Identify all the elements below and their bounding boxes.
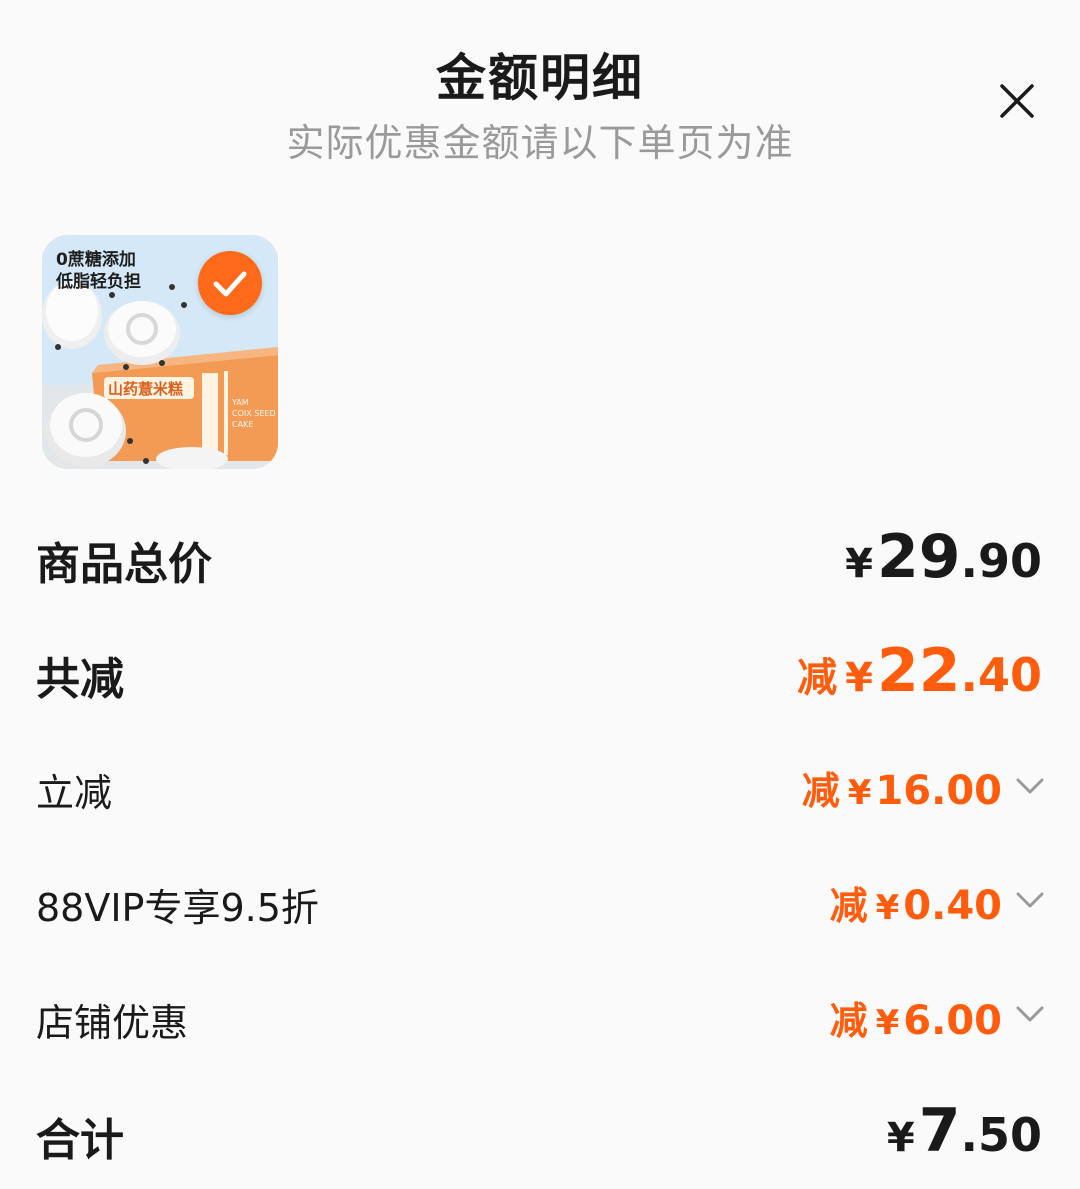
chevron-down-icon[interactable] (1014, 1004, 1046, 1024)
selected-check-badge (198, 251, 262, 315)
tagline-line-2: 低脂轻负担 (56, 272, 141, 292)
discount-amount-store[interactable]: 减 ¥6.00 (830, 990, 1002, 1045)
total-label: 合计 (36, 1115, 124, 1166)
tagline-line-1: 0蔗糖添加 (56, 250, 136, 270)
product-thumbnail[interactable]: 山药薏米糕 YAM COIX SEED CAKE 0蔗糖添加 低脂轻负担 (42, 235, 278, 469)
amount-detail-sheet: 金额明细 实际优惠金额请以下单页为准 山药薏米糕 YAM COIX SEED C… (0, 0, 1080, 1189)
sheet-title: 金额明细 (436, 49, 644, 107)
total-amount: ¥7.50 (886, 1096, 1042, 1166)
subtotal-amount: ¥29.90 (845, 522, 1042, 592)
chevron-down-icon[interactable] (1014, 890, 1046, 910)
box-label: 山药薏米糕 (108, 380, 183, 398)
sheet-subtitle: 实际优惠金额请以下单页为准 (286, 121, 794, 165)
total-discount-amount: 减 ¥22.40 (797, 636, 1042, 706)
product-tagline: 0蔗糖添加 低脂轻负担 (56, 249, 141, 293)
subtotal-label: 商品总价 (36, 539, 212, 590)
checkmark-icon (213, 271, 247, 297)
discount-amount-88vip[interactable]: 减 ¥0.40 (830, 875, 1002, 930)
svg-text:COIX SEED: COIX SEED (232, 409, 276, 418)
total-discount-label: 共减 (36, 654, 124, 705)
svg-text:CAKE: CAKE (232, 420, 253, 429)
svg-text:YAM: YAM (231, 398, 249, 407)
discount-label-store: 店铺优惠 (36, 1001, 189, 1045)
close-button[interactable] (992, 76, 1042, 126)
discount-label-88vip: 88VIP专享9.5折 (36, 886, 319, 930)
chevron-down-icon[interactable] (1014, 776, 1046, 796)
discount-label-instant: 立减 (36, 771, 113, 815)
close-icon (1000, 84, 1034, 118)
discount-amount-instant[interactable]: 减 ¥16.00 (802, 760, 1002, 815)
